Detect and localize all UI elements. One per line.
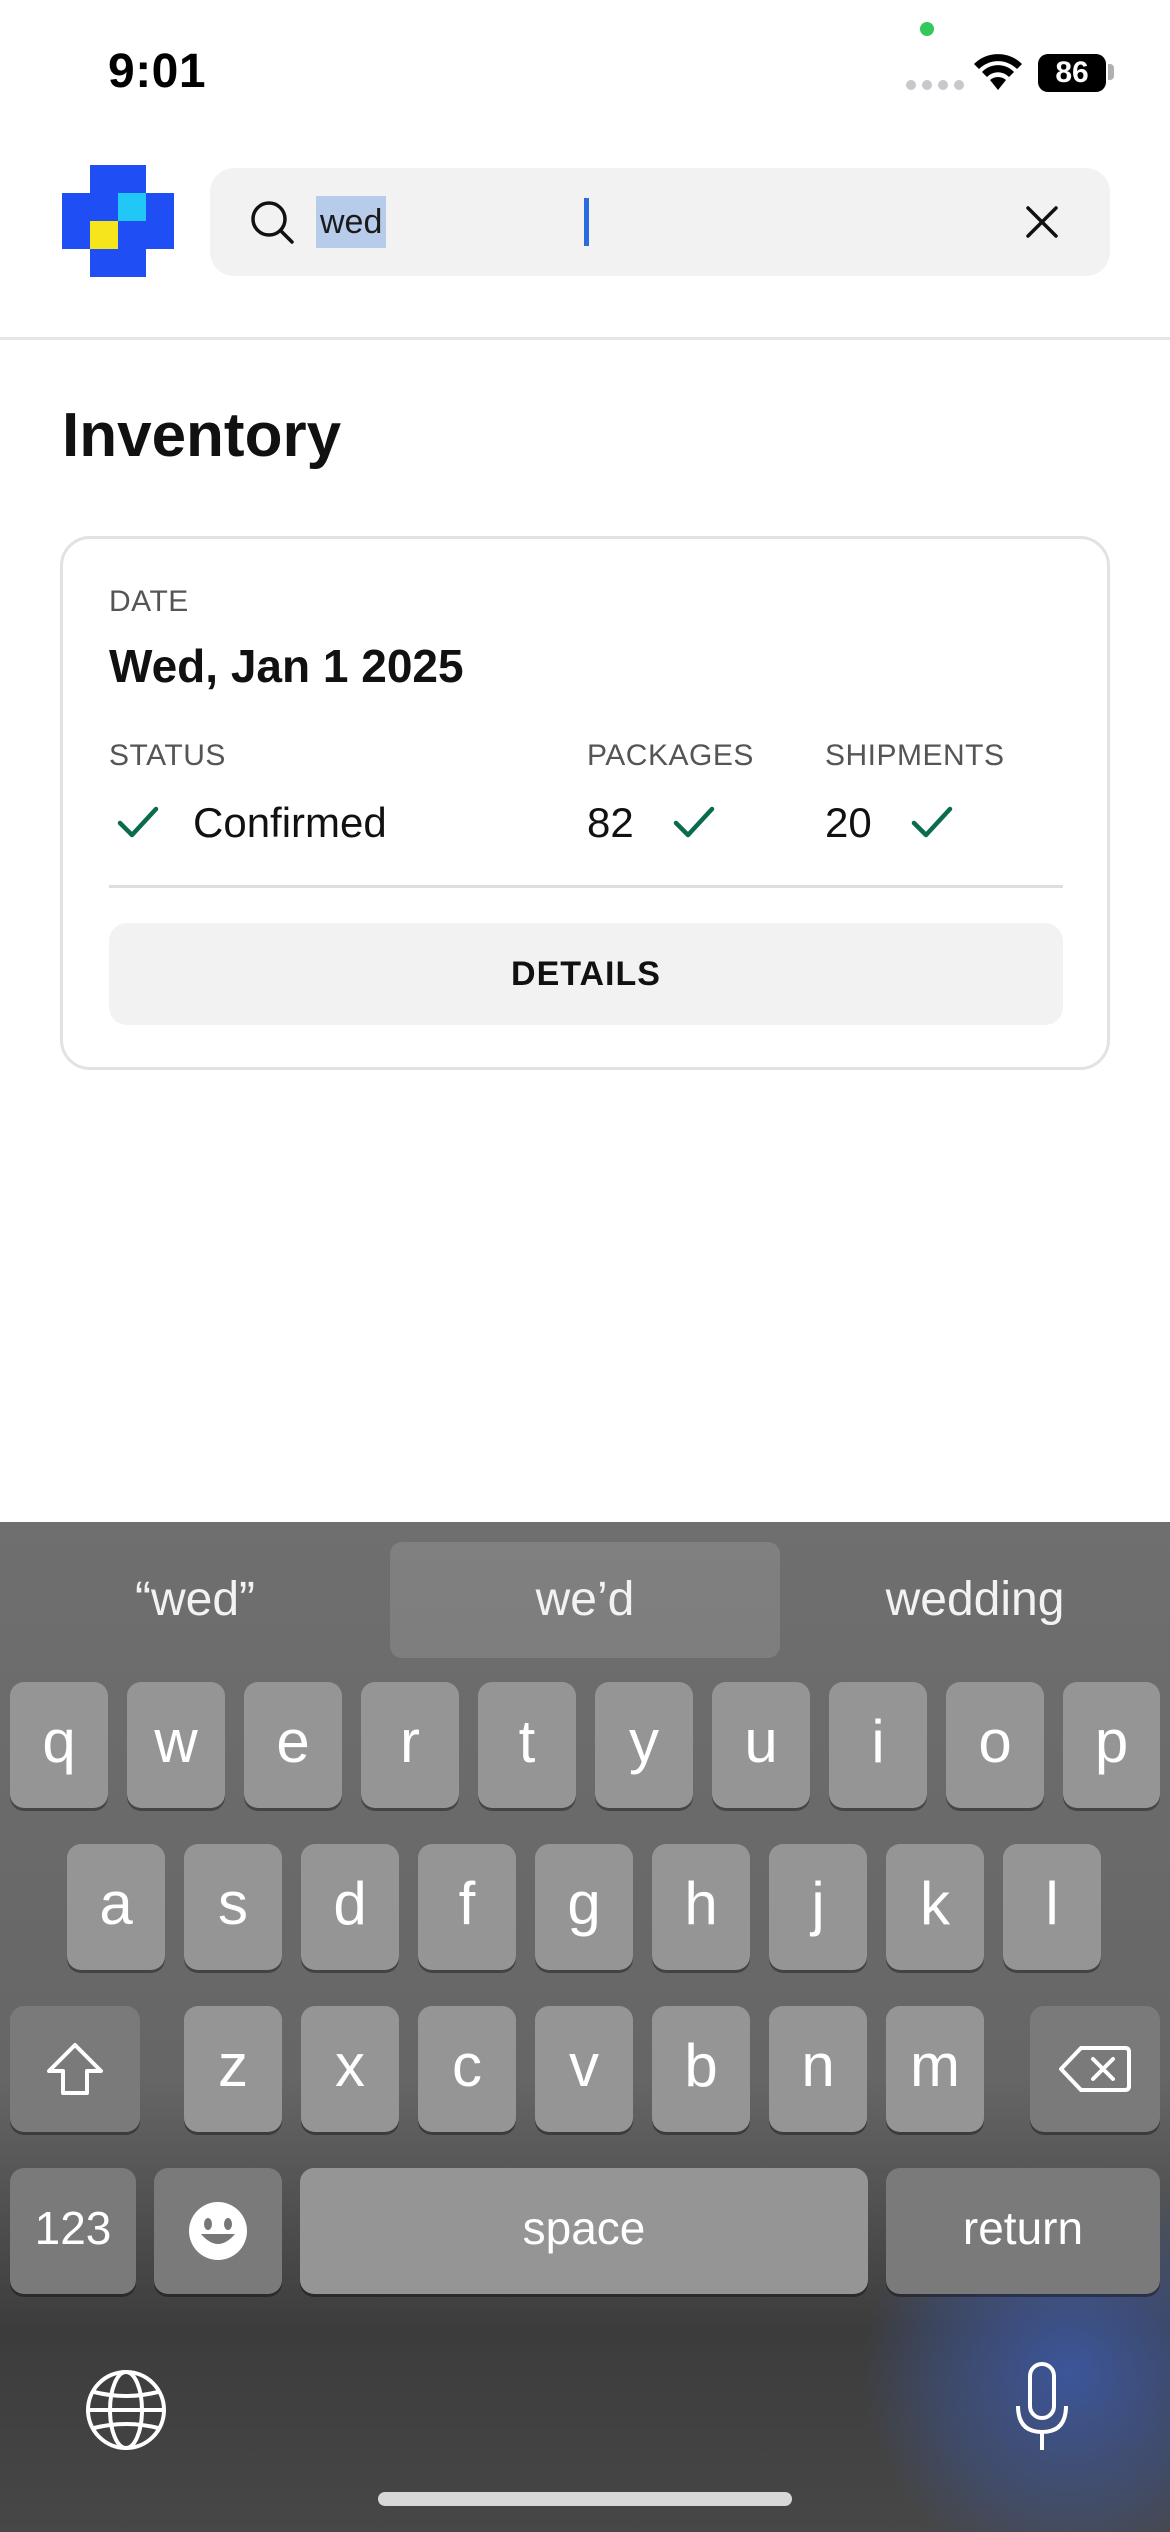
key-l[interactable]: l xyxy=(1003,1844,1101,1970)
app-logo[interactable] xyxy=(62,165,174,277)
text-caret xyxy=(584,198,589,246)
battery-icon: 86 xyxy=(1038,54,1106,92)
card-divider xyxy=(109,885,1063,888)
key-z[interactable]: z xyxy=(184,2006,282,2132)
key-b[interactable]: b xyxy=(652,2006,750,2132)
key-a[interactable]: a xyxy=(67,1844,165,1970)
shipments-value: 20 xyxy=(825,799,872,846)
search-field[interactable]: wed xyxy=(210,168,1110,276)
emoji-key[interactable] xyxy=(154,2168,282,2294)
inventory-card: DATE Wed, Jan 1 2025 STATUS Confirmed PA… xyxy=(60,536,1110,1070)
packages-value: 82 xyxy=(587,799,634,846)
key-i[interactable]: i xyxy=(829,1682,927,1808)
suggestion-3[interactable]: wedding xyxy=(780,1542,1170,1658)
app-header: wed xyxy=(0,140,1170,340)
battery-cap xyxy=(1108,64,1114,80)
key-r[interactable]: r xyxy=(361,1682,459,1808)
date-value: Wed, Jan 1 2025 xyxy=(109,640,464,692)
key-t[interactable]: t xyxy=(478,1682,576,1808)
key-p[interactable]: p xyxy=(1063,1682,1160,1808)
onscreen-keyboard: “wed” we’d wedding q w e r t y u i o p a… xyxy=(0,1522,1170,2532)
cellular-signal-icon xyxy=(906,80,964,90)
key-f[interactable]: f xyxy=(418,1844,516,1970)
key-v[interactable]: v xyxy=(535,2006,633,2132)
home-indicator[interactable] xyxy=(378,2492,792,2506)
key-g[interactable]: g xyxy=(535,1844,633,1970)
status-time: 9:01 xyxy=(108,45,207,98)
microphone-icon[interactable] xyxy=(1012,2362,1072,2454)
key-m[interactable]: m xyxy=(886,2006,984,2132)
packages-check-icon xyxy=(673,806,715,838)
search-icon xyxy=(251,201,294,244)
return-key[interactable]: return xyxy=(886,2168,1160,2294)
key-d[interactable]: d xyxy=(301,1844,399,1970)
shipments-label: SHIPMENTS xyxy=(825,739,1005,772)
key-e[interactable]: e xyxy=(244,1682,342,1808)
shipments-check-icon xyxy=(911,806,953,838)
delete-key[interactable] xyxy=(1030,2006,1160,2132)
key-q[interactable]: q xyxy=(10,1682,108,1808)
key-c[interactable]: c xyxy=(418,2006,516,2132)
emoji-icon xyxy=(189,2202,247,2260)
status-label: STATUS xyxy=(109,739,226,772)
camera-indicator-dot xyxy=(920,22,934,36)
status-check-icon xyxy=(117,806,159,838)
status-bar: 9:01 86 xyxy=(0,0,1170,140)
suggestion-2[interactable]: we’d xyxy=(390,1542,780,1658)
key-n[interactable]: n xyxy=(769,2006,867,2132)
search-input[interactable]: wed xyxy=(316,196,387,248)
key-s[interactable]: s xyxy=(184,1844,282,1970)
key-o[interactable]: o xyxy=(946,1682,1044,1808)
wifi-icon xyxy=(974,54,1022,90)
key-w[interactable]: w xyxy=(127,1682,225,1808)
backspace-icon xyxy=(1059,2046,1131,2092)
key-k[interactable]: k xyxy=(886,1844,984,1970)
space-key[interactable]: space xyxy=(300,2168,868,2294)
status-value: Confirmed xyxy=(193,799,387,846)
clear-search-icon[interactable] xyxy=(1018,198,1066,246)
key-j[interactable]: j xyxy=(769,1844,867,1970)
shift-icon xyxy=(47,2043,103,2095)
key-x[interactable]: x xyxy=(301,2006,399,2132)
numbers-key[interactable]: 123 xyxy=(10,2168,136,2294)
key-y[interactable]: y xyxy=(595,1682,693,1808)
details-button[interactable]: DETAILS xyxy=(109,923,1063,1025)
packages-label: PACKAGES xyxy=(587,739,754,772)
globe-icon[interactable] xyxy=(84,2368,168,2452)
key-h[interactable]: h xyxy=(652,1844,750,1970)
date-label: DATE xyxy=(109,585,189,618)
key-u[interactable]: u xyxy=(712,1682,810,1808)
suggestion-1[interactable]: “wed” xyxy=(0,1542,390,1658)
page-title: Inventory xyxy=(62,401,342,470)
shift-key[interactable] xyxy=(10,2006,140,2132)
